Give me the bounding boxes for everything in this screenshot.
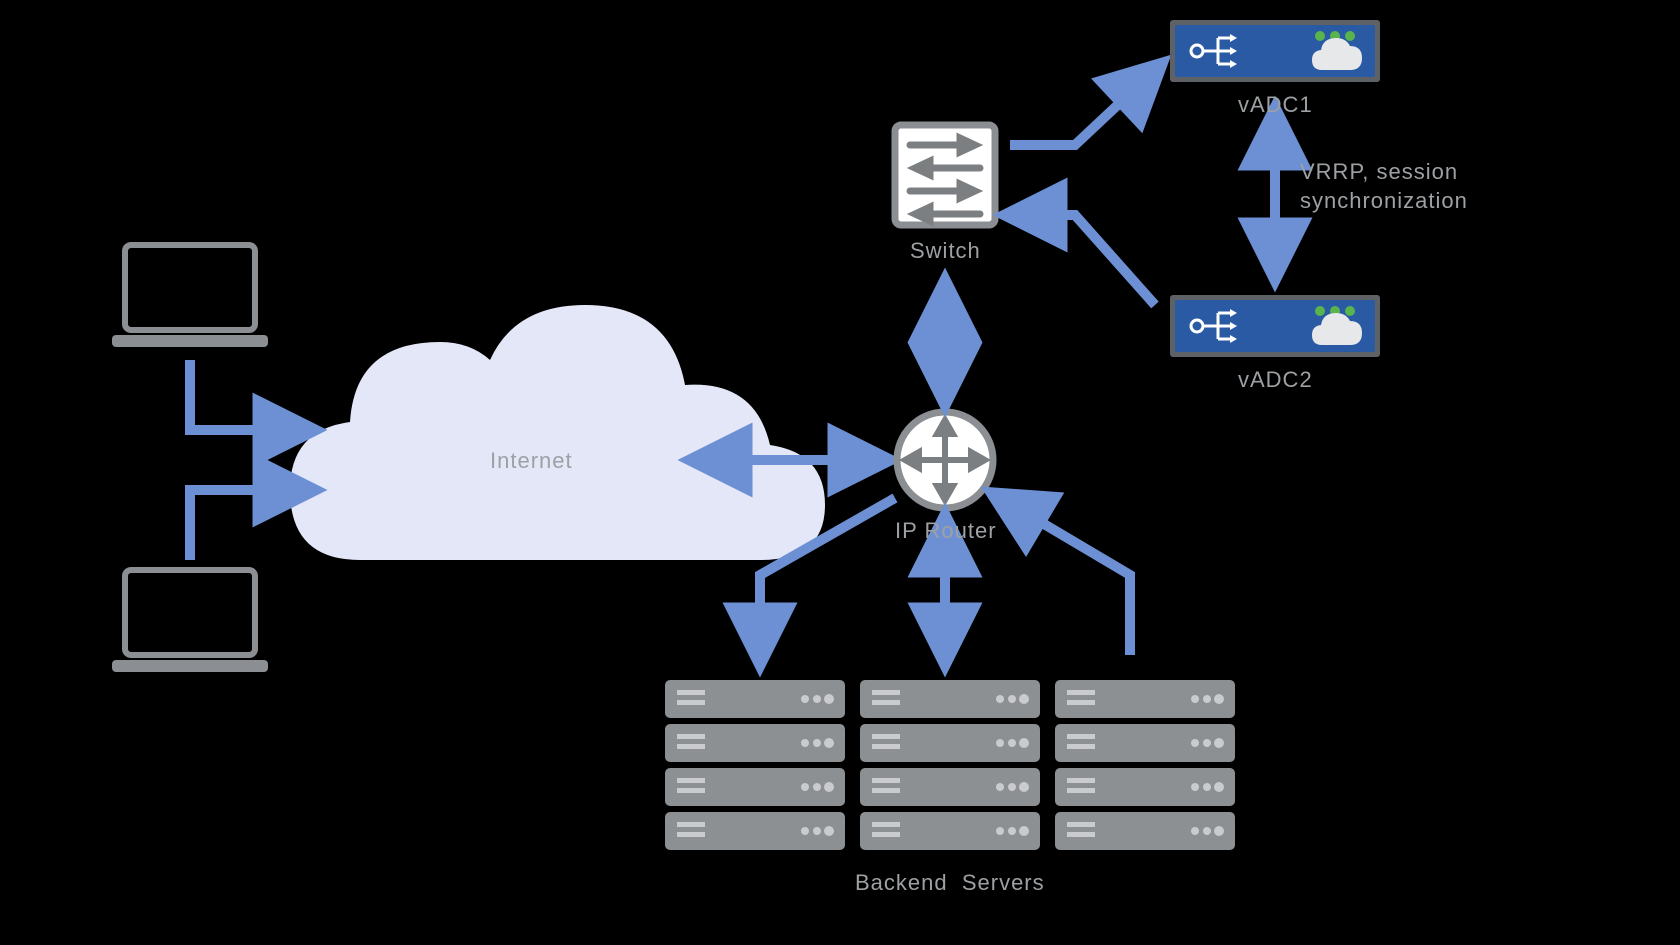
arrow-laptop1-to-cloud [190,360,305,430]
switch-label: Switch [910,238,981,264]
vrrp-label: VRRP, session synchronization [1300,158,1468,215]
laptop-icon-top [112,245,268,347]
internet-cloud-icon [290,305,825,560]
internet-label: Internet [490,448,573,474]
arrow-vadc2-to-switch [1015,215,1155,305]
backend-servers-label: Backend Servers [855,870,1045,896]
backend-servers-icon [665,680,1235,850]
vadc2-icon [1170,295,1380,357]
arrow-switch-to-vadc1 [1010,70,1155,145]
ip-router-icon [897,412,993,508]
ip-router-label: IP Router [895,518,997,544]
arrow-backend-right-to-router [1000,498,1130,655]
switch-icon [895,125,995,225]
arrow-laptop2-to-cloud [190,490,305,560]
vadc2-label: vADC2 [1238,367,1313,393]
diagram-svg [0,0,1680,945]
vadc1-label: vADC1 [1238,92,1313,118]
laptop-icon-bottom [112,570,268,672]
vadc1-icon [1170,20,1380,82]
diagram-stage: Internet IP Router Switch vADC1 vADC2 VR… [0,0,1680,945]
